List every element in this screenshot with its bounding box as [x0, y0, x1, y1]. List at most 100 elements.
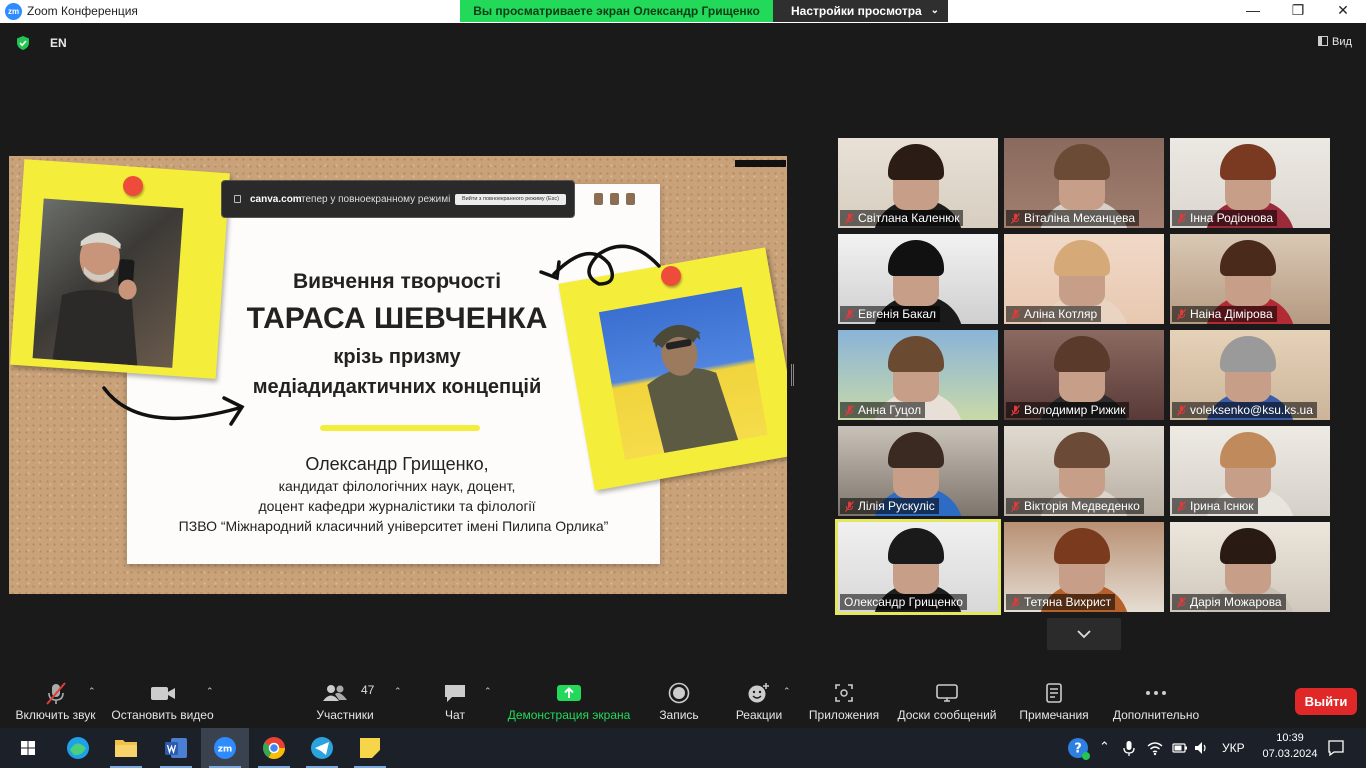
- close-button[interactable]: ✕: [1320, 0, 1366, 23]
- taskbar-file-explorer[interactable]: [102, 728, 150, 768]
- participant-tile[interactable]: Анна Гуцол: [838, 330, 998, 420]
- apps-grid-icon: [835, 684, 853, 702]
- taskbar-chrome[interactable]: [250, 728, 298, 768]
- word-icon: [165, 738, 187, 758]
- taskbar-zoom[interactable]: zm: [201, 728, 249, 768]
- tray-language[interactable]: УКР: [1222, 741, 1245, 755]
- participant-name: Олександр Грищенко: [844, 595, 963, 609]
- video-camera-icon: [150, 687, 175, 700]
- participant-name: Світлана Каленюк: [858, 211, 960, 225]
- file-explorer-icon: [115, 740, 137, 757]
- participant-tile[interactable]: Лілія Рускуліс: [838, 426, 998, 516]
- view-label: Вид: [1332, 36, 1352, 48]
- microphone-muted-icon: [1011, 501, 1020, 512]
- participant-tile[interactable]: Вікторія Медведенко: [1004, 426, 1164, 516]
- whiteboards-button[interactable]: Доски сообщений: [893, 672, 1001, 728]
- video-options-caret[interactable]: ⌃: [206, 686, 214, 697]
- help-icon[interactable]: ?: [1067, 737, 1091, 761]
- share-screen-button[interactable]: Демонстрация экрана: [505, 672, 633, 728]
- chevron-down-icon: ⌄: [930, 5, 939, 16]
- minimize-button[interactable]: —: [1230, 0, 1276, 23]
- chat-bubble-icon: [445, 685, 465, 702]
- tray-date[interactable]: 07.03.2024: [1257, 748, 1323, 760]
- microphone-muted-icon: [845, 213, 854, 224]
- notes-icon: [1046, 683, 1062, 703]
- taskbar-sticky-notes[interactable]: [346, 728, 394, 768]
- participant-name-label: Інна Родіонова: [1172, 210, 1278, 226]
- shared-screen[interactable]: Вивчення творчості ТАРАСА ШЕВЧЕНКА крізь…: [9, 156, 787, 594]
- apps-button[interactable]: Приложения: [805, 672, 883, 728]
- participant-tile[interactable]: Тетяна Вихрист: [1004, 522, 1164, 612]
- title-bar: zm Zoom Конференция Вы просматриваете эк…: [0, 0, 1366, 23]
- battery-icon[interactable]: [1170, 741, 1188, 755]
- participant-name: Анна Гуцол: [858, 403, 922, 417]
- chat-button[interactable]: Чат: [430, 672, 480, 728]
- notes-button[interactable]: Примечания: [1015, 672, 1093, 728]
- edge-icon: [67, 737, 89, 759]
- participant-name-label: Наіна Дімірова: [1172, 306, 1277, 322]
- participant-tile[interactable]: Аліна Котляр: [1004, 234, 1164, 324]
- slide-position: доцент кафедри журналістики та філології: [258, 498, 536, 514]
- share-screen-label: Демонстрация экрана: [507, 708, 631, 722]
- microphone-muted-icon: [1011, 597, 1020, 608]
- participant-tile[interactable]: Ірина Існюк: [1170, 426, 1330, 516]
- participants-count: 47: [361, 683, 375, 697]
- view-settings-label: Настройки просмотра: [791, 4, 922, 18]
- participant-tile[interactable]: voleksenko@ksu.ks.ua: [1170, 330, 1330, 420]
- tray-microphone-icon[interactable]: [1122, 740, 1136, 757]
- maximize-button[interactable]: ❐: [1275, 0, 1321, 23]
- slide-text: Вивчення творчості ТАРАСА ШЕВЧЕНКА крізь…: [127, 184, 660, 564]
- tray-chevron-up-icon[interactable]: ⌃: [1099, 739, 1110, 755]
- whiteboards-label: Доски сообщений: [897, 708, 997, 722]
- reactions-options-caret[interactable]: ⌃: [783, 686, 791, 697]
- taskbar-telegram[interactable]: [298, 728, 346, 768]
- view-button[interactable]: Вид: [1318, 36, 1352, 48]
- more-label: Дополнительно: [1112, 708, 1200, 722]
- participant-tile[interactable]: Дарія Можарова: [1170, 522, 1330, 612]
- canva-domain: canva.com: [250, 194, 302, 205]
- chat-options-caret[interactable]: ⌃: [484, 686, 492, 697]
- participant-tile[interactable]: Олександр Грищенко: [835, 519, 1001, 615]
- chat-label: Чат: [445, 708, 465, 722]
- participant-tile[interactable]: Наіна Дімірова: [1170, 234, 1330, 324]
- unmute-label: Включить звук: [15, 708, 96, 722]
- zoom-icon: zm: [214, 737, 236, 759]
- notifications-icon[interactable]: [1327, 739, 1345, 757]
- participants-options-caret[interactable]: ⌃: [394, 686, 402, 697]
- volume-icon[interactable]: [1193, 740, 1209, 756]
- taskbar-edge[interactable]: [54, 728, 102, 768]
- exit-fullscreen-button[interactable]: Вийти з повноекранного режиму (Esc): [455, 194, 566, 205]
- participant-tile[interactable]: Інна Родіонова: [1170, 138, 1330, 228]
- participants-button[interactable]: Участники: [310, 672, 380, 728]
- wifi-icon[interactable]: [1146, 740, 1164, 756]
- unmute-button[interactable]: Включить звук: [8, 672, 103, 728]
- reactions-button[interactable]: Реакции: [730, 672, 788, 728]
- participant-tile[interactable]: Евгенія Бакал: [838, 234, 998, 324]
- slide-title-line3: крізь призму: [333, 346, 461, 368]
- tray-time[interactable]: 10:39: [1268, 732, 1312, 744]
- panel-resize-handle[interactable]: [791, 364, 794, 386]
- participant-tile[interactable]: Віталіна Механцева: [1004, 138, 1164, 228]
- stop-video-button[interactable]: Остановить видео: [110, 672, 215, 728]
- start-button[interactable]: [4, 728, 52, 768]
- participant-tile[interactable]: Світлана Каленюк: [838, 138, 998, 228]
- participant-tile[interactable]: Володимир Рижик: [1004, 330, 1164, 420]
- audio-options-caret[interactable]: ⌃: [88, 686, 96, 697]
- gallery-scroll-down-button[interactable]: [1047, 618, 1121, 650]
- participant-name-label: Олександр Грищенко: [840, 594, 967, 610]
- screen-share-banner: Вы просматриваете экран Олександр Грищен…: [460, 0, 773, 22]
- taskbar-word[interactable]: [152, 728, 200, 768]
- microphone-muted-icon: [1177, 597, 1186, 608]
- lock-icon: [234, 195, 241, 203]
- more-dots-icon: [1146, 691, 1166, 695]
- record-label: Запись: [659, 708, 699, 722]
- svg-text:?: ?: [1074, 742, 1082, 757]
- record-button[interactable]: Запись: [650, 672, 708, 728]
- more-button[interactable]: Дополнительно: [1108, 672, 1204, 728]
- svg-text:zm: zm: [218, 745, 233, 755]
- leave-meeting-button[interactable]: Выйти: [1295, 688, 1357, 715]
- language-selector[interactable]: EN: [50, 36, 67, 50]
- view-settings-button[interactable]: Настройки просмотра ⌄: [773, 0, 948, 22]
- security-shield-icon[interactable]: [15, 35, 31, 51]
- zoom-window: zm Zoom Конференция Вы просматриваете эк…: [0, 0, 1366, 768]
